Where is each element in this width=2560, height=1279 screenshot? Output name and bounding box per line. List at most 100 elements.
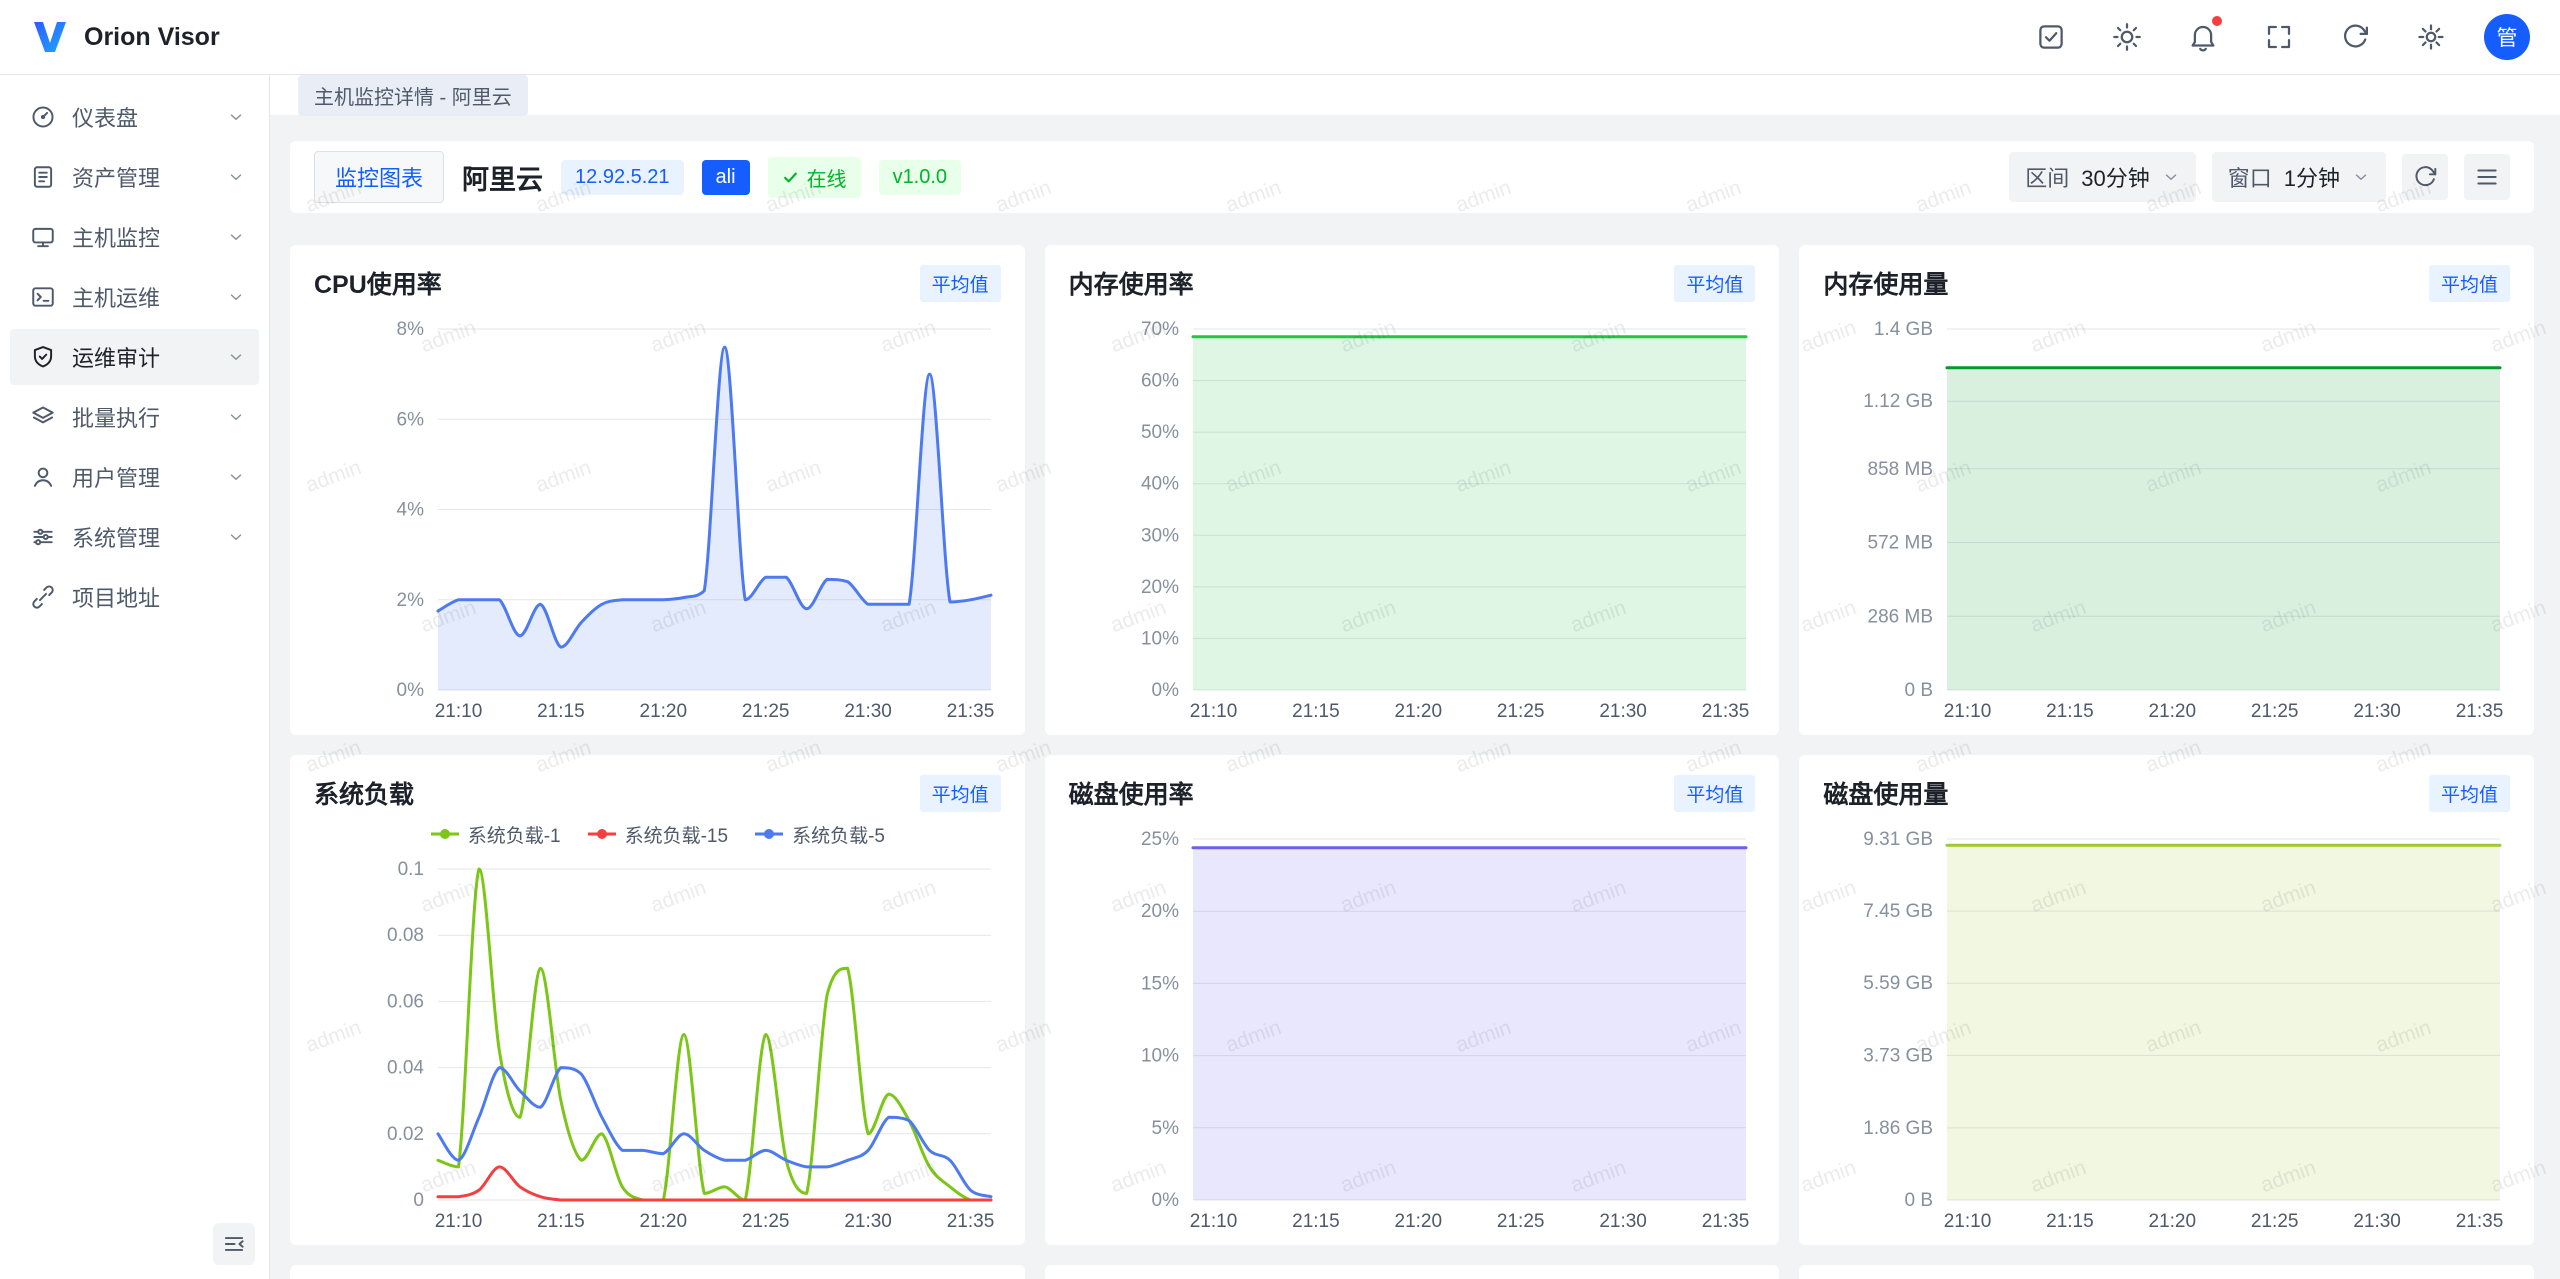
- sidebar-item-system-management[interactable]: 系统管理: [10, 509, 259, 565]
- chart-list-button[interactable]: [2464, 154, 2510, 200]
- legend-marker-icon: [587, 828, 617, 840]
- legend-label: 系统负载-1: [468, 821, 561, 848]
- chart-title: 内存使用量: [1823, 265, 1948, 301]
- refresh-charts-button[interactable]: [2402, 154, 2448, 200]
- disk-usage-amount-chart[interactable]: 0 B1.86 GB3.73 GB5.59 GB7.45 GB9.31 GB21…: [1823, 819, 2510, 1231]
- check-square-button[interactable]: [2028, 14, 2074, 60]
- legend-marker-icon: [430, 828, 460, 840]
- chart-title: 磁盘使用量: [1823, 775, 1948, 811]
- average-tag[interactable]: 平均值: [1674, 265, 1755, 302]
- chart-card-disk-usage-amount: 磁盘使用量 平均值 0 B1.86 GB3.73 GB5.59 GB7.45 G…: [1799, 755, 2534, 1245]
- chevron-down-icon: [227, 528, 245, 546]
- app-logo: Orion Visor: [30, 17, 220, 57]
- sidebar-item-project-link[interactable]: 项目地址: [10, 569, 259, 625]
- fullscreen-icon: [2264, 22, 2294, 52]
- average-tag[interactable]: 平均值: [2429, 265, 2510, 302]
- sidebar-item-batch-exec[interactable]: 批量执行: [10, 389, 259, 445]
- svg-text:20%: 20%: [1141, 901, 1179, 922]
- breadcrumb-chip[interactable]: 主机监控详情 - 阿里云: [298, 75, 528, 116]
- chevron-down-icon: [227, 168, 245, 186]
- svg-text:21:35: 21:35: [947, 701, 995, 721]
- svg-text:21:10: 21:10: [435, 701, 483, 721]
- sidebar-item-host-monitor[interactable]: 主机监控: [10, 209, 259, 265]
- memory-usage-percent-chart[interactable]: 0%10%20%30%40%50%60%70%21:1021:1521:2021…: [1069, 309, 1756, 721]
- sidebar-item-label: 主机监控: [72, 221, 227, 253]
- svg-text:858 MB: 858 MB: [1868, 459, 1933, 480]
- svg-text:2%: 2%: [397, 590, 425, 611]
- chart-title: 磁盘使用率: [1069, 775, 1194, 811]
- sidebar-item-dashboard[interactable]: 仪表盘: [10, 89, 259, 145]
- disk-usage-percent-chart[interactable]: 0%5%10%15%20%25%21:1021:1521:2021:2521:3…: [1069, 819, 1756, 1231]
- interval-select[interactable]: 区间 30分钟: [2009, 152, 2196, 202]
- chart-svg: 0 B1.86 GB3.73 GB5.59 GB7.45 GB9.31 GB21…: [1823, 819, 2510, 1231]
- svg-text:21:20: 21:20: [640, 1211, 688, 1231]
- svg-text:60%: 60%: [1141, 371, 1179, 392]
- host-ip-chip: 12.92.5.21: [561, 160, 684, 195]
- svg-text:0%: 0%: [1151, 1190, 1179, 1211]
- chart-card-disk-usage-percent: 磁盘使用率 平均值 0%5%10%15%20%25%21:1021:1521:2…: [1045, 755, 1780, 1245]
- sidebar-item-label: 批量执行: [72, 401, 227, 433]
- sliders-icon: [30, 524, 56, 550]
- memory-usage-amount-chart[interactable]: 0 B286 MB572 MB858 MB1.12 GB1.4 GB21:102…: [1823, 309, 2510, 721]
- sidebar-item-ops-audit[interactable]: 运维审计: [10, 329, 259, 385]
- svg-text:21:20: 21:20: [2149, 701, 2197, 721]
- svg-text:0.02: 0.02: [387, 1124, 424, 1145]
- sidebar-item-assets[interactable]: 资产管理: [10, 149, 259, 205]
- average-tag[interactable]: 平均值: [920, 775, 1001, 812]
- toolbar-controls: 区间 30分钟 窗口 1分钟: [2009, 152, 2510, 202]
- bell-icon: [2188, 22, 2218, 52]
- svg-text:21:35: 21:35: [2456, 1211, 2504, 1231]
- window-label: 窗口: [2228, 161, 2272, 193]
- sidebar-item-label: 项目地址: [72, 581, 245, 613]
- average-tag[interactable]: 平均值: [2429, 775, 2510, 812]
- notifications-button[interactable]: [2180, 14, 2226, 60]
- monitor-chart-button[interactable]: 监控图表: [314, 151, 444, 203]
- list-icon: [2474, 164, 2500, 190]
- theme-toggle-button[interactable]: [2104, 14, 2150, 60]
- menu-fold-icon: [221, 1231, 247, 1257]
- chart-svg: 0 B286 MB572 MB858 MB1.12 GB1.4 GB21:102…: [1823, 309, 2510, 721]
- chevron-down-icon: [227, 228, 245, 246]
- svg-text:21:25: 21:25: [1497, 1211, 1545, 1231]
- svg-text:21:30: 21:30: [1599, 701, 1647, 721]
- sun-icon: [2112, 22, 2142, 52]
- svg-text:572 MB: 572 MB: [1868, 533, 1933, 554]
- svg-text:21:10: 21:10: [1189, 1211, 1237, 1231]
- sidebar-item-host-ops[interactable]: 主机运维: [10, 269, 259, 325]
- svg-text:21:30: 21:30: [2354, 701, 2402, 721]
- settings-button[interactable]: [2408, 14, 2454, 60]
- legend-item[interactable]: 系统负载-15: [587, 821, 728, 848]
- app-header: Orion Visor: [0, 0, 2560, 75]
- refresh-page-button[interactable]: [2332, 14, 2378, 60]
- legend-item[interactable]: 系统负载-1: [430, 821, 561, 848]
- refresh-icon: [2412, 164, 2438, 190]
- interval-value: 30分钟: [2081, 161, 2149, 193]
- average-tag[interactable]: 平均值: [1674, 775, 1755, 812]
- cpu-usage-chart[interactable]: 0%2%4%6%8%21:1021:1521:2021:2521:3021:35: [314, 309, 1001, 721]
- svg-text:7.45 GB: 7.45 GB: [1864, 901, 1934, 922]
- user-icon: [30, 464, 56, 490]
- average-tag[interactable]: 平均值: [920, 265, 1001, 302]
- window-select[interactable]: 窗口 1分钟: [2212, 152, 2386, 202]
- window-value: 1分钟: [2284, 161, 2340, 193]
- content: 监控图表 阿里云 12.92.5.21 ali 在线 v1.0.0 区间 30分…: [270, 115, 2560, 1279]
- svg-text:40%: 40%: [1141, 474, 1179, 495]
- system-load-chart[interactable]: 00.020.040.060.080.121:1021:1521:2021:25…: [314, 849, 1001, 1231]
- svg-text:9.31 GB: 9.31 GB: [1864, 829, 1934, 850]
- asset-list-icon: [30, 164, 56, 190]
- chevron-down-icon: [227, 348, 245, 366]
- breadcrumb: 主机监控详情 - 阿里云: [270, 75, 2560, 115]
- chart-card-partial: [1045, 1265, 1780, 1279]
- chevron-down-icon: [227, 288, 245, 306]
- fullscreen-button[interactable]: [2256, 14, 2302, 60]
- sidebar-item-user-management[interactable]: 用户管理: [10, 449, 259, 505]
- user-avatar[interactable]: 管: [2484, 14, 2530, 60]
- legend-item[interactable]: 系统负载-5: [754, 821, 885, 848]
- chart-card-system-load: 系统负载 平均值 系统负载-1系统负载-15系统负载-5 00.020.040.…: [290, 755, 1025, 1245]
- host-code-chip: ali: [702, 160, 750, 195]
- sidebar-collapse-button[interactable]: [213, 1223, 255, 1265]
- svg-text:21:10: 21:10: [1189, 701, 1237, 721]
- svg-text:21:25: 21:25: [742, 1211, 790, 1231]
- svg-text:0.06: 0.06: [387, 991, 424, 1012]
- sidebar-item-label: 资产管理: [72, 161, 227, 193]
